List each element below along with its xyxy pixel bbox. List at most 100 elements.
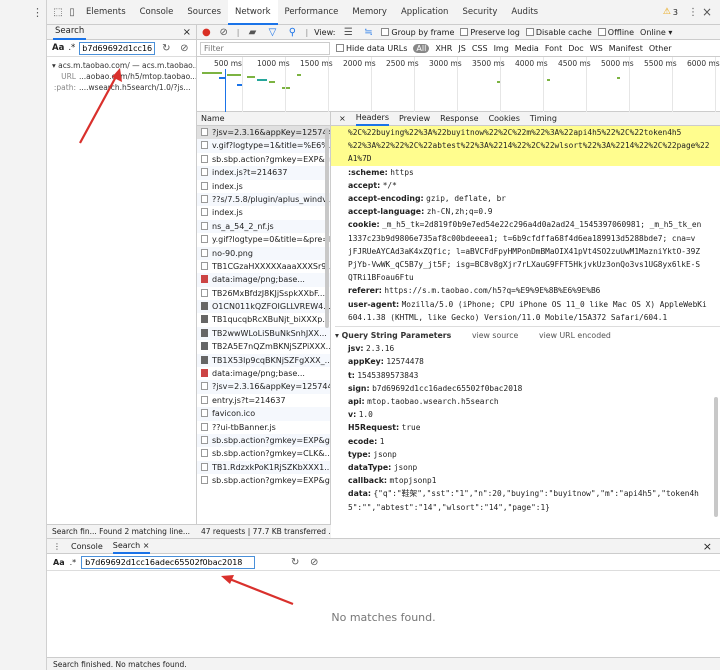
list-view-icon[interactable]: ☰ bbox=[341, 25, 355, 39]
filter-type-other[interactable]: Other bbox=[649, 44, 672, 53]
filter-type-xhr[interactable]: XHR bbox=[435, 44, 452, 53]
close-icon[interactable]: × bbox=[183, 27, 191, 38]
filter-type-font[interactable]: Font bbox=[545, 44, 562, 53]
request-row[interactable]: data:image/png;base... bbox=[197, 273, 330, 287]
view-url-encoded-link[interactable]: view URL encoded bbox=[539, 331, 611, 340]
device-toolbar-icon[interactable]: ▯ bbox=[65, 5, 79, 19]
filter-type-doc[interactable]: Doc bbox=[568, 44, 583, 53]
warning-icon[interactable]: ⚠ bbox=[663, 7, 671, 17]
filter-type-all[interactable]: All bbox=[413, 43, 430, 53]
request-row[interactable]: ?jsv=2.3.16&appKey=125744... bbox=[197, 380, 330, 394]
tab-memory[interactable]: Memory bbox=[345, 0, 394, 25]
match-case-toggle[interactable]: Aa bbox=[52, 43, 64, 53]
tab-application[interactable]: Application bbox=[394, 0, 456, 25]
request-row[interactable]: sb.sbp.action?gmkey=EXP&g... bbox=[197, 433, 330, 448]
details-scrollbar[interactable] bbox=[714, 397, 718, 517]
request-row[interactable]: TB26MxBfdzJ8KJjSspkXXbF... bbox=[197, 287, 330, 300]
waterfall-view-icon[interactable]: ≒ bbox=[361, 25, 375, 39]
close-devtools-icon[interactable]: × bbox=[700, 5, 714, 19]
request-row[interactable]: ns_a_54_2_nf.js bbox=[197, 219, 330, 234]
filter-type-js[interactable]: JS bbox=[458, 44, 465, 53]
request-row[interactable]: index.js bbox=[197, 206, 330, 219]
throttle-select[interactable]: Online ▾ bbox=[640, 28, 672, 37]
timeline-bar bbox=[247, 76, 255, 78]
regex-toggle[interactable]: .* bbox=[68, 43, 75, 53]
drawer-menu-icon[interactable]: ⋮ bbox=[53, 542, 61, 551]
request-row[interactable]: TB2wwWLoLiSBuNkSnhJXX... bbox=[197, 326, 330, 341]
clear-log-icon[interactable]: ⊘ bbox=[217, 25, 231, 39]
clear-icon[interactable]: ⊘ bbox=[177, 41, 191, 55]
hide-data-urls-checkbox[interactable]: Hide data URLs bbox=[336, 43, 407, 53]
tab-performance[interactable]: Performance bbox=[278, 0, 346, 25]
header-row: referer: https://s.m.taobao.com/h5?q=%E9… bbox=[348, 284, 720, 297]
request-row[interactable]: data:image/png;base... bbox=[197, 367, 330, 380]
request-row[interactable]: TB1qucqbRcXBuNjt_biXXXp... bbox=[197, 313, 330, 326]
request-row[interactable]: ?jsv=2.3.16&appKey=125744... bbox=[197, 126, 330, 140]
request-row[interactable]: v.gif?logtype=1&title=%E6%... bbox=[197, 139, 330, 153]
request-row[interactable]: TB1CGzaHXXXXXaaaXXXSr9... bbox=[197, 260, 330, 273]
group-by-frame-checkbox[interactable]: Group by frame bbox=[381, 27, 454, 37]
offline-checkbox[interactable]: Offline bbox=[597, 27, 634, 37]
filter-input[interactable] bbox=[200, 41, 330, 55]
tab-headers[interactable]: Headers bbox=[355, 112, 389, 126]
request-row[interactable]: index.js?t=214637 bbox=[197, 166, 330, 180]
search-input[interactable] bbox=[79, 41, 156, 55]
request-row[interactable]: O1CN011kQZFOIGLLVREW4... bbox=[197, 300, 330, 314]
request-row[interactable]: sb.sbp.action?gmkey=CLK&... bbox=[197, 447, 330, 460]
timeline-bar bbox=[547, 79, 550, 81]
request-row[interactable]: ??s/7.5.8/plugin/aplus_windv... bbox=[197, 192, 330, 207]
filter-type-ws[interactable]: WS bbox=[590, 44, 603, 53]
tab-console[interactable]: Console bbox=[133, 0, 181, 25]
request-row[interactable]: sb.sbp.action?gmkey=EXP&g... bbox=[197, 153, 330, 166]
search-icon[interactable]: ⚲ bbox=[285, 25, 299, 39]
request-row[interactable]: index.js bbox=[197, 180, 330, 193]
filter-type-manifest[interactable]: Manifest bbox=[609, 44, 643, 53]
request-row[interactable]: TB1.RdzxkPoK1RjSZKbXXX1... bbox=[197, 460, 330, 475]
filter-icon[interactable]: ▽ bbox=[265, 25, 279, 39]
request-row[interactable]: ??ui-tbBanner.js bbox=[197, 421, 330, 434]
disable-cache-checkbox[interactable]: Disable cache bbox=[525, 27, 592, 37]
inspect-element-icon[interactable]: ⬚ bbox=[51, 5, 65, 19]
more-menu-icon[interactable]: ⋮ bbox=[686, 5, 700, 19]
drawer-search-input[interactable] bbox=[81, 555, 256, 569]
request-row[interactable]: sb.sbp.action?gmkey=EXP&g... bbox=[197, 474, 330, 487]
close-drawer-icon[interactable]: × bbox=[703, 540, 712, 553]
request-row[interactable]: TB1X53lp9cqBKNjSZFgXXX_... bbox=[197, 353, 330, 368]
view-source-link[interactable]: view source bbox=[472, 331, 518, 340]
request-row[interactable]: no-90.png bbox=[197, 246, 330, 260]
request-row[interactable]: entry.js?t=214637 bbox=[197, 394, 330, 407]
name-column-header[interactable]: Name bbox=[197, 112, 330, 126]
tab-search[interactable]: Search bbox=[53, 25, 87, 40]
drawer-tab-console[interactable]: Console bbox=[71, 542, 103, 551]
tab-response[interactable]: Response bbox=[440, 114, 478, 123]
drawer-tab-search[interactable]: Search × bbox=[112, 539, 150, 554]
preserve-log-checkbox[interactable]: Preserve log bbox=[460, 27, 520, 37]
filter-type-media[interactable]: Media bbox=[515, 44, 539, 53]
more-vertical-icon[interactable]: ⋮ bbox=[32, 6, 43, 19]
tab-sources[interactable]: Sources bbox=[180, 0, 228, 25]
request-row[interactable]: favicon.ico bbox=[197, 407, 330, 421]
tab-security[interactable]: Security bbox=[455, 0, 504, 25]
header-key: sign: bbox=[348, 383, 370, 393]
clear-icon[interactable]: ⊘ bbox=[307, 555, 321, 569]
tab-timing[interactable]: Timing bbox=[530, 114, 557, 123]
regex-toggle[interactable]: .* bbox=[70, 558, 77, 567]
refresh-icon[interactable]: ↻ bbox=[159, 41, 173, 55]
network-overview-timeline[interactable]: 500 ms 1000 ms 1500 ms 2000 ms 2500 ms 3000 m… bbox=[197, 57, 720, 112]
tab-cookies[interactable]: Cookies bbox=[489, 114, 520, 123]
match-case-toggle[interactable]: Aa bbox=[53, 558, 65, 567]
query-string-section[interactable]: ▾ Query String Parameters view source vi… bbox=[335, 326, 720, 342]
tab-preview[interactable]: Preview bbox=[399, 114, 430, 123]
filter-type-css[interactable]: CSS bbox=[472, 44, 488, 53]
request-row[interactable]: y.gif?logtype=0&title=&pre=ht... bbox=[197, 233, 330, 246]
filter-type-img[interactable]: Img bbox=[494, 44, 509, 53]
tab-network[interactable]: Network bbox=[228, 0, 278, 25]
record-icon[interactable]: ● bbox=[202, 27, 211, 38]
tab-elements[interactable]: Elements bbox=[79, 0, 133, 25]
screenshot-icon[interactable]: ▰ bbox=[245, 25, 259, 39]
close-details-icon[interactable]: × bbox=[339, 114, 346, 123]
tab-audits[interactable]: Audits bbox=[504, 0, 545, 25]
refresh-icon[interactable]: ↻ bbox=[288, 555, 302, 569]
request-list-scrollbar[interactable] bbox=[325, 128, 329, 328]
request-row[interactable]: TB2A5E7nQZmBKNjSZPiXXX... bbox=[197, 340, 330, 353]
